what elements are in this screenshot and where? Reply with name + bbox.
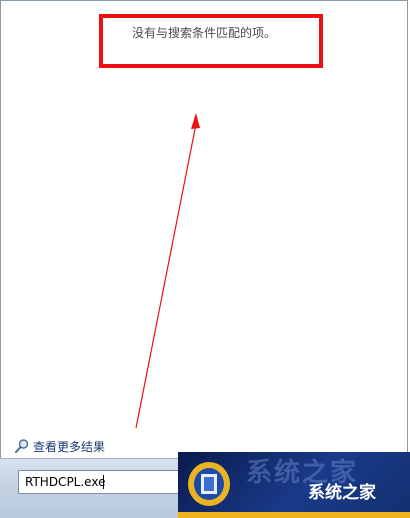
annotation-highlight-box <box>99 14 323 68</box>
watermark-text: 系统之家 <box>308 483 376 503</box>
search-icon <box>14 438 30 454</box>
watermark-bar <box>178 512 410 518</box>
watermark-banner: 系统之家 系统之家 <box>178 452 410 518</box>
text-cursor <box>103 475 104 489</box>
see-more-results-link[interactable]: 查看更多结果 <box>14 437 105 455</box>
watermark-logo-icon <box>188 462 230 506</box>
see-more-results-label: 查看更多结果 <box>33 439 106 454</box>
search-input[interactable] <box>18 470 182 494</box>
